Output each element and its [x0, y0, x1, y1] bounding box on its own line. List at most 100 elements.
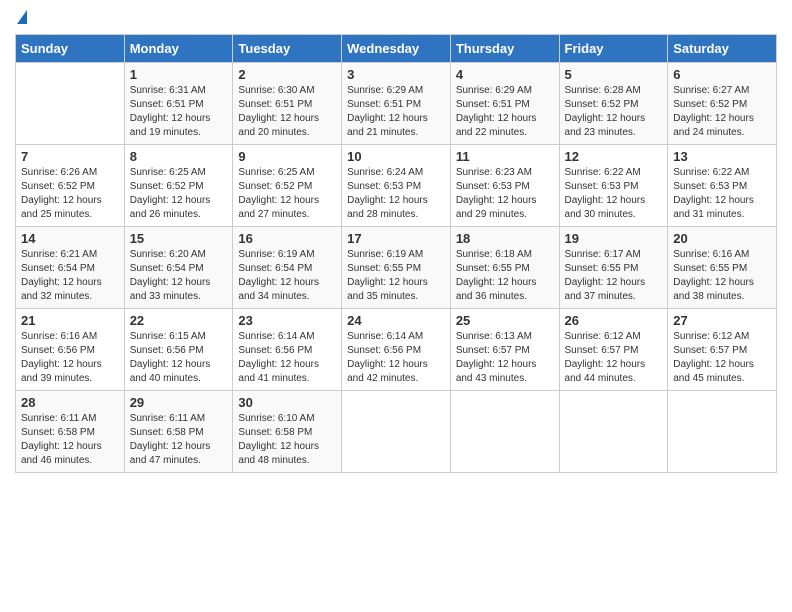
day-cell: 26Sunrise: 6:12 AM Sunset: 6:57 PM Dayli… — [559, 309, 668, 391]
day-info: Sunrise: 6:24 AM Sunset: 6:53 PM Dayligh… — [347, 166, 445, 222]
header-row: SundayMondayTuesdayWednesdayThursdayFrid… — [16, 35, 777, 63]
col-wednesday: Wednesday — [342, 35, 451, 63]
day-number: 29 — [130, 395, 228, 410]
day-number: 6 — [673, 67, 771, 82]
day-cell: 18 Sunrise: 6:18 AM Sunset: 6:55 PM Dayli… — [450, 227, 559, 309]
day-cell: 12 Sunrise: 6:22 AM Sunset: 6:53 PM Dayli… — [559, 145, 668, 227]
day-cell: 11Sunrise: 6:23 AM Sunset: 6:53 PM Dayli… — [450, 145, 559, 227]
day-number: 5 — [565, 67, 663, 82]
day-info: Sunrise: 6:31 AM Sunset: 6:51 PM Dayligh… — [130, 84, 228, 140]
col-sunday: Sunday — [16, 35, 125, 63]
page-header — [15, 10, 777, 24]
day-info: Sunrise: 6:19 AM Sunset: 6:54 PM Dayligh… — [238, 248, 336, 304]
day-cell: 16 Sunrise: 6:19 AM Sunset: 6:54 PM Dayli… — [233, 227, 342, 309]
day-number: 7 — [21, 149, 119, 164]
day-number: 28 — [21, 395, 119, 410]
day-cell: 1 Sunrise: 6:31 AM Sunset: 6:51 PM Daylig… — [124, 63, 233, 145]
day-cell: 17Sunrise: 6:19 AM Sunset: 6:55 PM Dayli… — [342, 227, 451, 309]
day-number: 9 — [238, 149, 336, 164]
day-cell: 22 Sunrise: 6:15 AM Sunset: 6:56 PM Dayli… — [124, 309, 233, 391]
day-number: 15 — [130, 231, 228, 246]
day-number: 23 — [238, 313, 336, 328]
day-cell: 10 Sunrise: 6:24 AM Sunset: 6:53 PM Dayli… — [342, 145, 451, 227]
day-cell: 7Sunrise: 6:26 AM Sunset: 6:52 PM Daylig… — [16, 145, 125, 227]
logo — [15, 10, 27, 24]
day-cell: 23Sunrise: 6:14 AM Sunset: 6:56 PM Dayli… — [233, 309, 342, 391]
day-cell: 29 Sunrise: 6:11 AM Sunset: 6:58 PM Dayli… — [124, 391, 233, 473]
day-number: 16 — [238, 231, 336, 246]
day-info: Sunrise: 6:21 AM Sunset: 6:54 PM Dayligh… — [21, 248, 119, 304]
day-number: 2 — [238, 67, 336, 82]
day-info: Sunrise: 6:19 AM Sunset: 6:55 PM Dayligh… — [347, 248, 445, 304]
day-cell: 8 Sunrise: 6:25 AM Sunset: 6:52 PM Daylig… — [124, 145, 233, 227]
day-number: 20 — [673, 231, 771, 246]
day-number: 1 — [130, 67, 228, 82]
day-info: Sunrise: 6:22 AM Sunset: 6:53 PM Dayligh… — [565, 166, 663, 222]
day-cell: 27 Sunrise: 6:12 AM Sunset: 6:57 PM Dayli… — [668, 309, 777, 391]
day-cell: 25 Sunrise: 6:13 AM Sunset: 6:57 PM Dayli… — [450, 309, 559, 391]
col-monday: Monday — [124, 35, 233, 63]
day-cell: 2 Sunrise: 6:30 AM Sunset: 6:51 PM Daylig… — [233, 63, 342, 145]
day-cell: 13 Sunrise: 6:22 AM Sunset: 6:53 PM Dayli… — [668, 145, 777, 227]
day-info: Sunrise: 6:16 AM Sunset: 6:55 PM Dayligh… — [673, 248, 771, 304]
col-thursday: Thursday — [450, 35, 559, 63]
day-cell: 5 Sunrise: 6:28 AM Sunset: 6:52 PM Daylig… — [559, 63, 668, 145]
day-cell: 4 Sunrise: 6:29 AM Sunset: 6:51 PM Daylig… — [450, 63, 559, 145]
day-cell — [668, 391, 777, 473]
day-info: Sunrise: 6:12 AM Sunset: 6:57 PM Dayligh… — [673, 330, 771, 386]
day-number: 12 — [565, 149, 663, 164]
day-cell: 9 Sunrise: 6:25 AM Sunset: 6:52 PM Daylig… — [233, 145, 342, 227]
day-number: 13 — [673, 149, 771, 164]
day-info: Sunrise: 6:14 AM Sunset: 6:56 PM Dayligh… — [347, 330, 445, 386]
day-cell: 30Sunrise: 6:10 AM Sunset: 6:58 PM Dayli… — [233, 391, 342, 473]
week-row-2: 7Sunrise: 6:26 AM Sunset: 6:52 PM Daylig… — [16, 145, 777, 227]
day-cell: 6 Sunrise: 6:27 AM Sunset: 6:52 PM Daylig… — [668, 63, 777, 145]
day-number: 22 — [130, 313, 228, 328]
col-saturday: Saturday — [668, 35, 777, 63]
day-info: Sunrise: 6:29 AM Sunset: 6:51 PM Dayligh… — [347, 84, 445, 140]
day-info: Sunrise: 6:15 AM Sunset: 6:56 PM Dayligh… — [130, 330, 228, 386]
day-number: 25 — [456, 313, 554, 328]
day-cell: 21 Sunrise: 6:16 AM Sunset: 6:56 PM Dayli… — [16, 309, 125, 391]
week-row-4: 21 Sunrise: 6:16 AM Sunset: 6:56 PM Dayli… — [16, 309, 777, 391]
day-number: 3 — [347, 67, 445, 82]
day-info: Sunrise: 6:27 AM Sunset: 6:52 PM Dayligh… — [673, 84, 771, 140]
day-info: Sunrise: 6:25 AM Sunset: 6:52 PM Dayligh… — [130, 166, 228, 222]
day-cell — [450, 391, 559, 473]
day-info: Sunrise: 6:22 AM Sunset: 6:53 PM Dayligh… — [673, 166, 771, 222]
day-number: 4 — [456, 67, 554, 82]
day-number: 14 — [21, 231, 119, 246]
day-number: 27 — [673, 313, 771, 328]
day-info: Sunrise: 6:11 AM Sunset: 6:58 PM Dayligh… — [130, 412, 228, 468]
day-cell: 19Sunrise: 6:17 AM Sunset: 6:55 PM Dayli… — [559, 227, 668, 309]
day-cell: 24 Sunrise: 6:14 AM Sunset: 6:56 PM Dayli… — [342, 309, 451, 391]
day-cell — [16, 63, 125, 145]
day-number: 24 — [347, 313, 445, 328]
day-info: Sunrise: 6:30 AM Sunset: 6:51 PM Dayligh… — [238, 84, 336, 140]
day-number: 18 — [456, 231, 554, 246]
day-info: Sunrise: 6:13 AM Sunset: 6:57 PM Dayligh… — [456, 330, 554, 386]
col-friday: Friday — [559, 35, 668, 63]
day-cell: 14 Sunrise: 6:21 AM Sunset: 6:54 PM Dayli… — [16, 227, 125, 309]
calendar-table: SundayMondayTuesdayWednesdayThursdayFrid… — [15, 34, 777, 473]
day-cell: 28 Sunrise: 6:11 AM Sunset: 6:58 PM Dayli… — [16, 391, 125, 473]
day-cell — [342, 391, 451, 473]
day-number: 8 — [130, 149, 228, 164]
col-tuesday: Tuesday — [233, 35, 342, 63]
day-number: 10 — [347, 149, 445, 164]
day-info: Sunrise: 6:18 AM Sunset: 6:55 PM Dayligh… — [456, 248, 554, 304]
day-info: Sunrise: 6:11 AM Sunset: 6:58 PM Dayligh… — [21, 412, 119, 468]
day-cell: 20 Sunrise: 6:16 AM Sunset: 6:55 PM Dayli… — [668, 227, 777, 309]
day-info: Sunrise: 6:16 AM Sunset: 6:56 PM Dayligh… — [21, 330, 119, 386]
week-row-3: 14 Sunrise: 6:21 AM Sunset: 6:54 PM Dayli… — [16, 227, 777, 309]
day-number: 11 — [456, 149, 554, 164]
day-number: 21 — [21, 313, 119, 328]
day-info: Sunrise: 6:29 AM Sunset: 6:51 PM Dayligh… — [456, 84, 554, 140]
day-info: Sunrise: 6:25 AM Sunset: 6:52 PM Dayligh… — [238, 166, 336, 222]
day-info: Sunrise: 6:28 AM Sunset: 6:52 PM Dayligh… — [565, 84, 663, 140]
week-row-1: 1 Sunrise: 6:31 AM Sunset: 6:51 PM Daylig… — [16, 63, 777, 145]
day-number: 19 — [565, 231, 663, 246]
day-info: Sunrise: 6:20 AM Sunset: 6:54 PM Dayligh… — [130, 248, 228, 304]
day-number: 30 — [238, 395, 336, 410]
week-row-5: 28 Sunrise: 6:11 AM Sunset: 6:58 PM Dayli… — [16, 391, 777, 473]
